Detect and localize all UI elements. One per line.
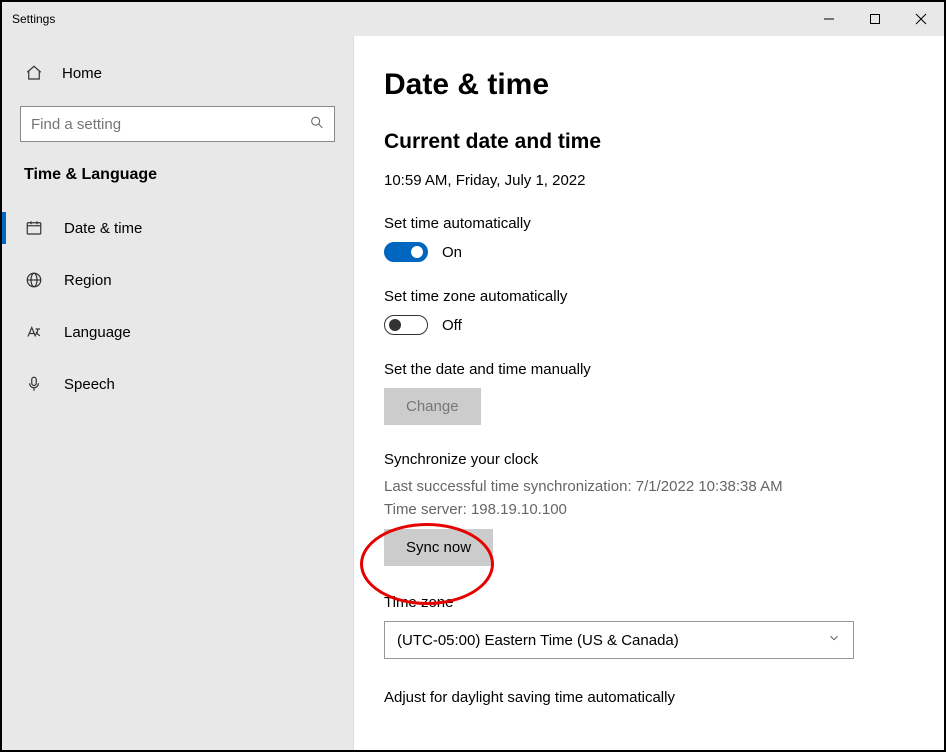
manual-label: Set the date and time manually: [384, 361, 914, 378]
daylight-label: Adjust for daylight saving time automati…: [384, 689, 914, 706]
sidebar-item-label: Speech: [64, 376, 115, 393]
sidebar-item-region[interactable]: Region: [2, 254, 353, 306]
search-wrap: [20, 106, 335, 142]
sync-meta: Last successful time synchronization: 7/…: [384, 476, 914, 521]
clock-icon: [24, 219, 44, 237]
daylight-section: Adjust for daylight saving time automati…: [384, 689, 914, 706]
timezone-selected-value: (UTC-05:00) Eastern Time (US & Canada): [397, 632, 679, 649]
settings-window: Settings Home: [0, 0, 946, 752]
home-nav[interactable]: Home: [2, 54, 353, 92]
titlebar: Settings: [2, 2, 944, 36]
auto-time-label: Set time automatically: [384, 215, 914, 232]
minimize-button[interactable]: [806, 2, 852, 36]
microphone-icon: [24, 375, 44, 393]
chevron-down-icon: [827, 631, 841, 649]
sidebar: Home Time & Language: [2, 36, 354, 750]
sidebar-section-header: Time & Language: [2, 162, 353, 202]
current-date-time-heading: Current date and time: [384, 130, 914, 154]
sync-title: Synchronize your clock: [384, 451, 914, 468]
sidebar-nav: Date & time Region: [2, 202, 353, 410]
auto-time-setting: Set time automatically On: [384, 215, 914, 262]
sync-clock-section: Synchronize your clock Last successful t…: [384, 451, 914, 566]
search-input[interactable]: [20, 106, 335, 142]
main-content: Date & time Current date and time 10:59 …: [354, 36, 944, 750]
language-icon: [24, 323, 44, 341]
manual-date-time-setting: Set the date and time manually Change: [384, 361, 914, 425]
sidebar-item-date-time[interactable]: Date & time: [2, 202, 353, 254]
home-label: Home: [62, 65, 102, 82]
time-server-label: Time server:: [384, 501, 471, 518]
window-title: Settings: [12, 12, 55, 26]
last-sync-value: 7/1/2022 10:38:38 AM: [636, 478, 783, 495]
home-icon: [24, 64, 44, 82]
auto-time-state: On: [442, 244, 462, 261]
globe-icon: [24, 271, 44, 289]
sidebar-item-language[interactable]: Language: [2, 306, 353, 358]
auto-tz-label: Set time zone automatically: [384, 288, 914, 305]
window-controls: [806, 2, 944, 36]
timezone-label: Time zone: [384, 594, 914, 611]
auto-tz-toggle[interactable]: [384, 315, 428, 335]
sidebar-item-label: Region: [64, 272, 112, 289]
maximize-button[interactable]: [852, 2, 898, 36]
sidebar-item-speech[interactable]: Speech: [2, 358, 353, 410]
sync-now-button[interactable]: Sync now: [384, 529, 493, 566]
last-sync-label: Last successful time synchronization:: [384, 478, 636, 495]
auto-time-toggle[interactable]: [384, 242, 428, 262]
auto-tz-setting: Set time zone automatically Off: [384, 288, 914, 335]
time-server-value: 198.19.10.100: [471, 501, 567, 518]
close-button[interactable]: [898, 2, 944, 36]
timezone-section: Time zone (UTC-05:00) Eastern Time (US &…: [384, 594, 914, 659]
sidebar-item-label: Language: [64, 324, 131, 341]
change-button[interactable]: Change: [384, 388, 481, 425]
page-title: Date & time: [384, 68, 914, 102]
current-datetime-value: 10:59 AM, Friday, July 1, 2022: [384, 172, 914, 189]
timezone-select[interactable]: (UTC-05:00) Eastern Time (US & Canada): [384, 621, 854, 659]
sidebar-item-label: Date & time: [64, 220, 142, 237]
search-icon: [309, 115, 325, 134]
auto-tz-state: Off: [442, 317, 462, 334]
